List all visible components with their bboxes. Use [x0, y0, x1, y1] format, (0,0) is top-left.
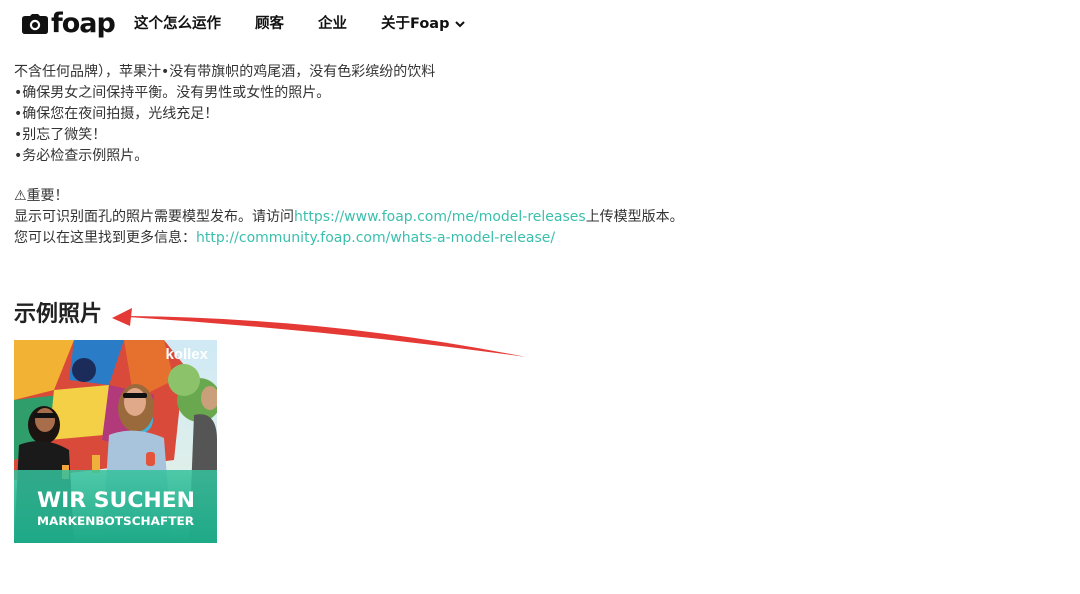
- sample-photo[interactable]: kollex WIR SUCHEN MARKENBOTSCHAFTER: [14, 340, 217, 543]
- brief-line: •别忘了微笑！: [14, 127, 107, 143]
- more-info-text: 您可以在这里找到更多信息：: [14, 230, 196, 246]
- logo-wordmark: foap: [51, 8, 116, 39]
- brief-line: •务必检查示例照片。: [14, 148, 149, 164]
- model-release-link[interactable]: https://www.foap.com/me/model-releases: [294, 209, 586, 225]
- photo-subline-text: MARKENBOTSCHAFTER: [37, 514, 194, 528]
- nav-about-foap[interactable]: 关于Foap: [381, 12, 466, 36]
- nav-how-it-works-label: 这个怎么运作: [134, 16, 221, 32]
- foap-logo[interactable]: foap: [22, 8, 116, 40]
- top-navigation-bar: foap 这个怎么运作 顾客 企业 关于Foap: [0, 0, 1080, 48]
- photo-headline-text: WIR SUCHEN: [37, 488, 195, 512]
- brief-line: 不含任何品牌），苹果汁•没有带旗帜的鸡尾酒，没有色彩缤纷的饮料: [14, 64, 436, 80]
- page: foap 这个怎么运作 顾客 企业 关于Foap •专注于含酒饮料（含酒精/不含…: [0, 0, 1080, 594]
- camera-icon: [22, 14, 48, 34]
- nav-enterprise[interactable]: 企业: [318, 12, 347, 36]
- model-release-text: 显示可识别面孔的照片需要模型发布。请访问: [14, 209, 294, 225]
- nav-how-it-works[interactable]: 这个怎么运作: [134, 12, 221, 36]
- chevron-down-icon: [455, 20, 466, 27]
- nav-about-foap-label: 关于Foap: [381, 16, 450, 32]
- main-nav: 这个怎么运作 顾客 企业 关于Foap: [134, 12, 499, 36]
- more-info-link[interactable]: http://community.foap.com/whats-a-model-…: [196, 230, 555, 246]
- brief-line: •确保您在夜间拍摄，光线充足！: [14, 106, 219, 122]
- sample-photos-heading: 示例照片: [14, 302, 103, 327]
- brief-line: •确保男女之间保持平衡。没有男性或女性的照片。: [14, 85, 331, 101]
- nav-customers[interactable]: 顾客: [255, 12, 284, 36]
- nav-enterprise-label: 企业: [318, 16, 347, 32]
- nav-customers-label: 顾客: [255, 16, 284, 32]
- model-release-notice: 显示可识别面孔的照片需要模型发布。请访问https://www.foap.com…: [14, 207, 684, 228]
- more-info-notice: 您可以在这里找到更多信息：http://community.foap.com/w…: [14, 228, 555, 249]
- important-label: ⚠重要！: [14, 188, 69, 204]
- photo-brand-text: kollex: [165, 346, 208, 363]
- model-release-text-end: 上传模型版本。: [585, 209, 684, 225]
